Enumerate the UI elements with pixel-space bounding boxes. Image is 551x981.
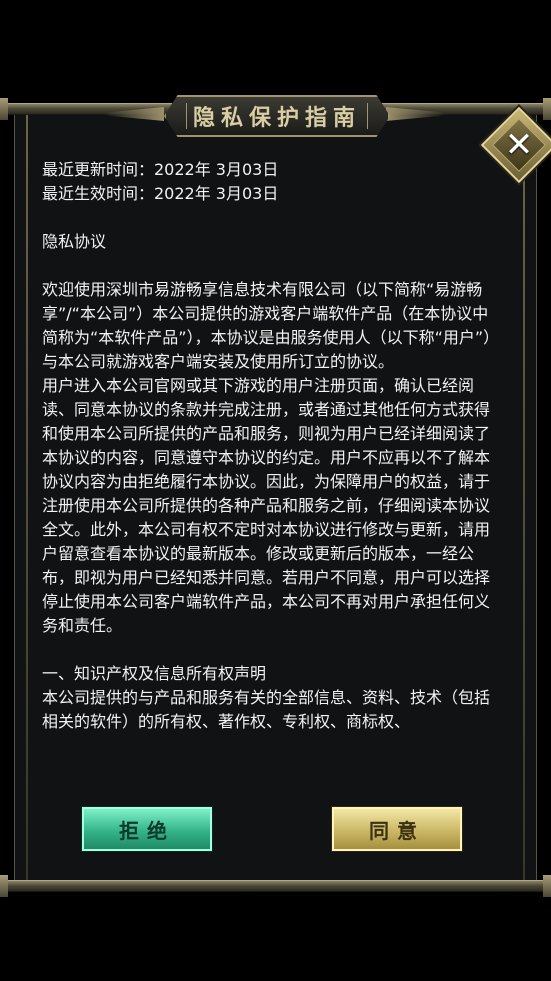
agreement-paragraph: 欢迎使用深圳市易游畅享信息技术有限公司（以下简称“易游畅享”/“本公司”）本公司…: [42, 280, 500, 371]
rail-cap-left: [0, 875, 8, 897]
rail-cap-right: [543, 875, 551, 897]
rail-cap-right: [543, 98, 551, 120]
agreement-paragraph: 用户进入本公司官网或其下游戏的用户注册页面，确认已经阅读、同意本协议的条款并完成…: [42, 376, 491, 635]
rail-cap-left: [0, 98, 8, 120]
update-time: 最近更新时间：2022年 3月03日: [42, 160, 279, 179]
frame-border-left: [26, 114, 28, 880]
effective-time: 最近生效时间：2022年 3月03日: [42, 184, 279, 203]
agree-button[interactable]: 同意: [332, 807, 462, 851]
frame-bottom-rail: [0, 875, 551, 897]
agreement-scroll-area[interactable]: 最近更新时间：2022年 3月03日 最近生效时间：2022年 3月03日 隐私…: [30, 138, 510, 788]
agreement-heading: 隐私协议: [42, 232, 107, 251]
frame-border-right: [523, 114, 525, 880]
agreement-text: 最近更新时间：2022年 3月03日 最近生效时间：2022年 3月03日 隐私…: [42, 158, 504, 734]
section-title: 一、知识产权及信息所有权声明: [42, 664, 267, 683]
title-plaque: 隐私保护指南: [164, 95, 390, 137]
refuse-button[interactable]: 拒绝: [82, 807, 212, 851]
section-text: 本公司提供的与产品和服务有关的全部信息、资料、技术（包括相关的软件）的所有权、著…: [42, 688, 491, 731]
dialog-title: 隐私保护指南: [192, 105, 361, 131]
